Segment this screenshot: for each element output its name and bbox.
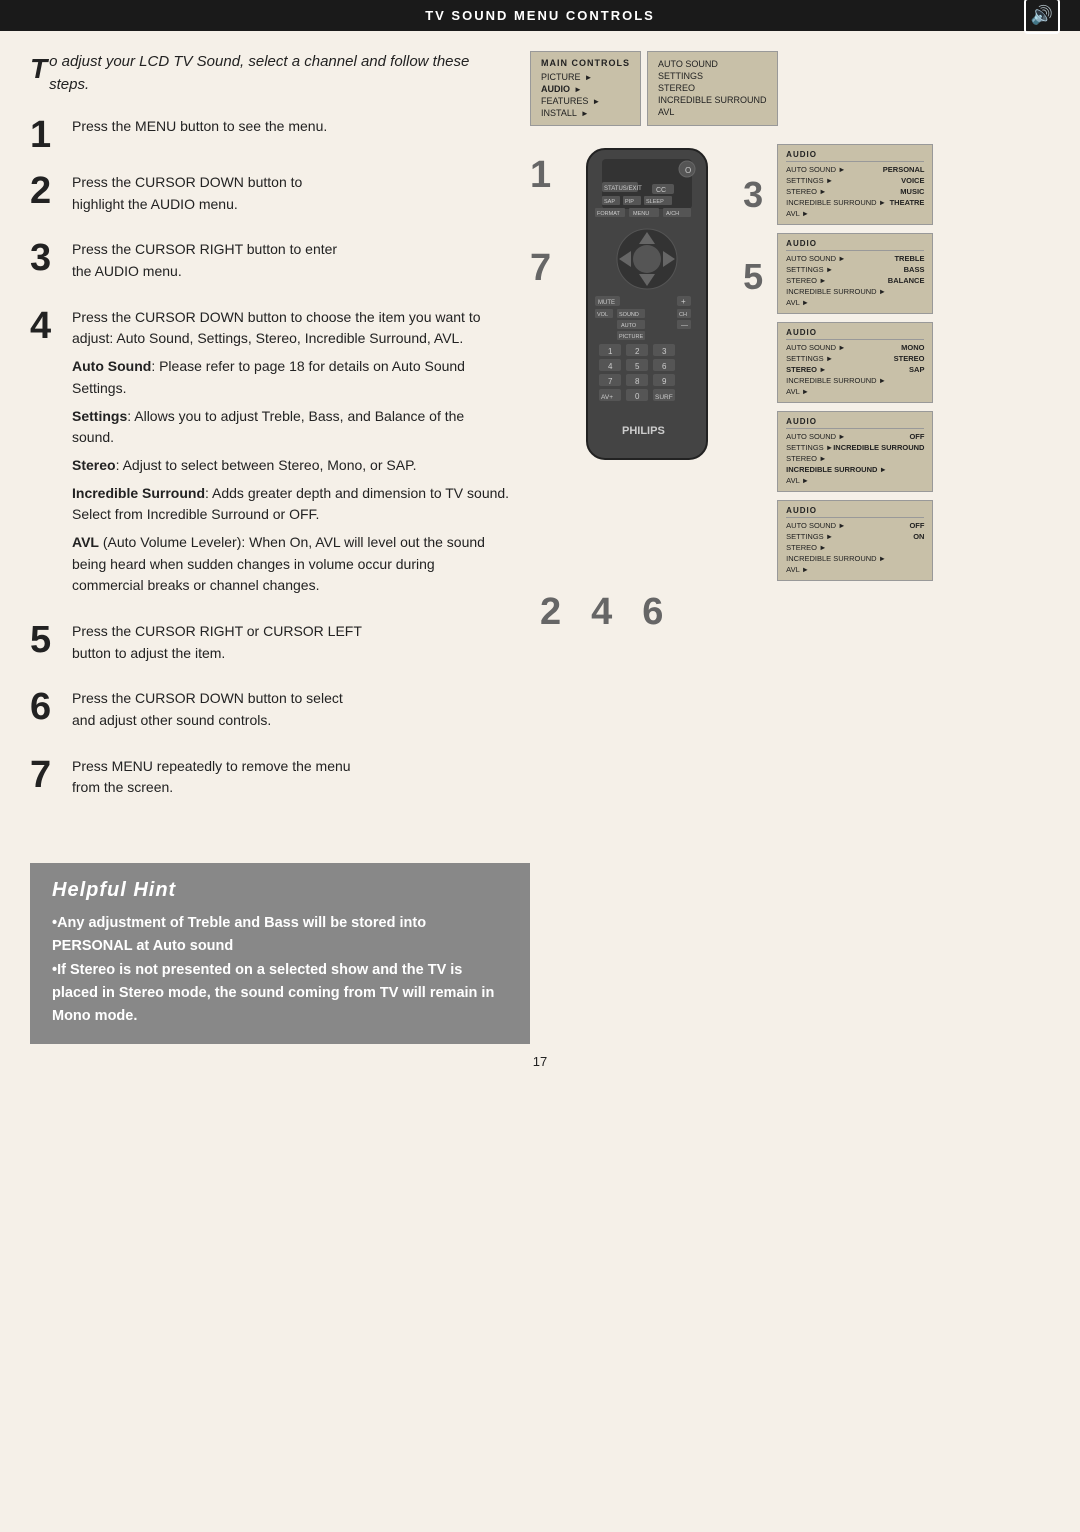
- step-2: 2 Press the CURSOR DOWN button tohighlig…: [30, 172, 510, 221]
- menu-item-audio: AUDIO ►: [541, 83, 630, 95]
- audio-menu-4: AUDIO AUTO SOUND ► OFF SETTINGS ► INCRED…: [777, 411, 933, 492]
- step-5: 5 Press the CURSOR RIGHT or CURSOR LEFTb…: [30, 621, 510, 670]
- step-num-1-overlay: 1: [530, 154, 551, 197]
- step-content-7: Press MENU repeatedly to remove the menu…: [72, 756, 510, 805]
- step-content-2: Press the CURSOR DOWN button tohighlight…: [72, 172, 510, 221]
- svg-text:1: 1: [608, 347, 613, 356]
- svg-text:4: 4: [608, 362, 613, 371]
- step-num-6-overlay: 6: [642, 591, 663, 634]
- page-header: TV Sound Menu Controls 🔊: [0, 0, 1080, 31]
- svg-text:SOUND: SOUND: [619, 312, 639, 318]
- svg-text:8: 8: [635, 377, 640, 386]
- step-num-7-overlay: 7: [530, 247, 551, 290]
- svg-text:—: —: [681, 322, 688, 329]
- step-number-4: 4: [30, 307, 58, 345]
- main-controls-title: MAIN CONTROLS: [541, 58, 630, 68]
- step-content-4: Press the CURSOR DOWN button to choose t…: [72, 307, 510, 603]
- step-num-4-overlay: 4: [591, 591, 612, 634]
- hint-title: Helpful Hint: [52, 879, 508, 902]
- step-content-6: Press the CURSOR DOWN button to selectan…: [72, 688, 510, 737]
- audio-menus: AUDIO AUTO SOUND ► PERSONAL SETTINGS ► V…: [777, 144, 933, 581]
- svg-text:MENU: MENU: [633, 211, 649, 217]
- audio-menu-3: AUDIO AUTO SOUND ► MONO SETTINGS ► STERE…: [777, 322, 933, 403]
- svg-text:9: 9: [662, 377, 667, 386]
- audio-menu-2: AUDIO AUTO SOUND ► TREBLE SETTINGS ► BAS…: [777, 233, 933, 314]
- bottom-step-numbers: 2 4 6: [530, 591, 950, 634]
- audio-menu-5: AUDIO AUTO SOUND ► OFF SETTINGS ► ON STE…: [777, 500, 933, 581]
- submenu-incredible-surround: INCREDIBLE SURROUND: [658, 94, 767, 106]
- main-controls-box: MAIN CONTROLS PICTURE ► AUDIO ► FEATURES…: [530, 51, 641, 126]
- svg-text:CH: CH: [679, 312, 687, 318]
- remote-control: O CC STATUS/EXIT SAP PIP SLEEP: [557, 144, 737, 489]
- svg-text:PICTURE: PICTURE: [619, 334, 643, 340]
- menu-item-features: FEATURES ►: [541, 95, 630, 107]
- step-number-6: 6: [30, 688, 58, 726]
- step-number-7: 7: [30, 756, 58, 794]
- step-4: 4 Press the CURSOR DOWN button to choose…: [30, 307, 510, 603]
- step-1: 1 Press the MENU button to see the menu.: [30, 116, 510, 154]
- step-content-3: Press the CURSOR RIGHT button to enterth…: [72, 239, 510, 288]
- bottom-section: Helpful Hint •Any adjustment of Treble a…: [0, 863, 1080, 1099]
- svg-text:VOL: VOL: [597, 312, 608, 318]
- svg-text:AV+: AV+: [601, 394, 613, 401]
- audio-menu-1: AUDIO AUTO SOUND ► PERSONAL SETTINGS ► V…: [777, 144, 933, 225]
- svg-text:7: 7: [608, 377, 613, 386]
- step-num-2-overlay: 2: [540, 591, 561, 634]
- submenu-avl: AVL: [658, 106, 767, 118]
- svg-text:PIP: PIP: [625, 199, 634, 205]
- svg-text:+: +: [681, 297, 686, 306]
- header-title: TV Sound Menu Controls: [425, 8, 655, 23]
- svg-text:A/CH: A/CH: [666, 211, 679, 217]
- right-step-numbers: 3 5: [743, 174, 763, 298]
- text-column: T o adjust your LCD TV Sound, select a c…: [30, 51, 510, 823]
- submenu-auto-sound: AUTO SOUND: [658, 58, 767, 70]
- svg-text:STATUS/EXIT: STATUS/EXIT: [604, 186, 642, 192]
- left-step-numbers: 1 7: [530, 154, 551, 290]
- hint-content: •Any adjustment of Treble and Bass will …: [52, 912, 508, 1028]
- step-number-2: 2: [30, 172, 58, 210]
- remote-svg: O CC STATUS/EXIT SAP PIP SLEEP: [557, 144, 737, 484]
- svg-text:FORMAT: FORMAT: [597, 211, 620, 217]
- helpful-hint-box: Helpful Hint •Any adjustment of Treble a…: [30, 863, 530, 1044]
- svg-text:5: 5: [635, 362, 640, 371]
- page-number: 17: [30, 1044, 1050, 1079]
- intro-text: T o adjust your LCD TV Sound, select a c…: [30, 51, 510, 96]
- drop-cap: T: [30, 55, 47, 83]
- submenu-settings: SETTINGS: [658, 70, 767, 82]
- svg-text:6: 6: [662, 362, 667, 371]
- sound-icon: 🔊: [1024, 0, 1060, 34]
- menu-item-install: INSTALL ►: [541, 107, 630, 119]
- step-number-3: 3: [30, 239, 58, 277]
- step-6: 6 Press the CURSOR DOWN button to select…: [30, 688, 510, 737]
- svg-text:3: 3: [662, 347, 667, 356]
- main-menu-diagram: MAIN CONTROLS PICTURE ► AUDIO ► FEATURES…: [530, 51, 950, 126]
- svg-text:2: 2: [635, 347, 640, 356]
- remote-section: 1 7 O CC STATUS/EXIT: [530, 144, 950, 581]
- step-3: 3 Press the CURSOR RIGHT button to enter…: [30, 239, 510, 288]
- audio-submenu-box: AUTO SOUND SETTINGS STEREO INCREDIBLE SU…: [647, 51, 778, 126]
- svg-text:0: 0: [635, 392, 640, 401]
- svg-text:AUTO: AUTO: [621, 323, 637, 329]
- svg-text:O: O: [685, 166, 691, 175]
- step-7: 7 Press MENU repeatedly to remove the me…: [30, 756, 510, 805]
- menu-item-picture: PICTURE ►: [541, 71, 630, 83]
- svg-text:SLEEP: SLEEP: [646, 199, 664, 205]
- diagram-column: MAIN CONTROLS PICTURE ► AUDIO ► FEATURES…: [530, 51, 950, 823]
- svg-text:MUTE: MUTE: [598, 300, 615, 306]
- step-content-1: Press the MENU button to see the menu.: [72, 116, 510, 144]
- svg-text:SURF: SURF: [655, 394, 673, 401]
- svg-text:PHILIPS: PHILIPS: [622, 425, 665, 437]
- svg-text:SAP: SAP: [604, 199, 615, 205]
- step-num-5-overlay: 5: [743, 256, 763, 298]
- submenu-stereo: STEREO: [658, 82, 767, 94]
- intro-body: o adjust your LCD TV Sound, select a cha…: [49, 53, 469, 93]
- svg-text:CC: CC: [656, 187, 666, 194]
- step-number-5: 5: [30, 621, 58, 659]
- step-content-5: Press the CURSOR RIGHT or CURSOR LEFTbut…: [72, 621, 510, 670]
- step-num-3-overlay: 3: [743, 174, 763, 216]
- step-number-1: 1: [30, 116, 58, 154]
